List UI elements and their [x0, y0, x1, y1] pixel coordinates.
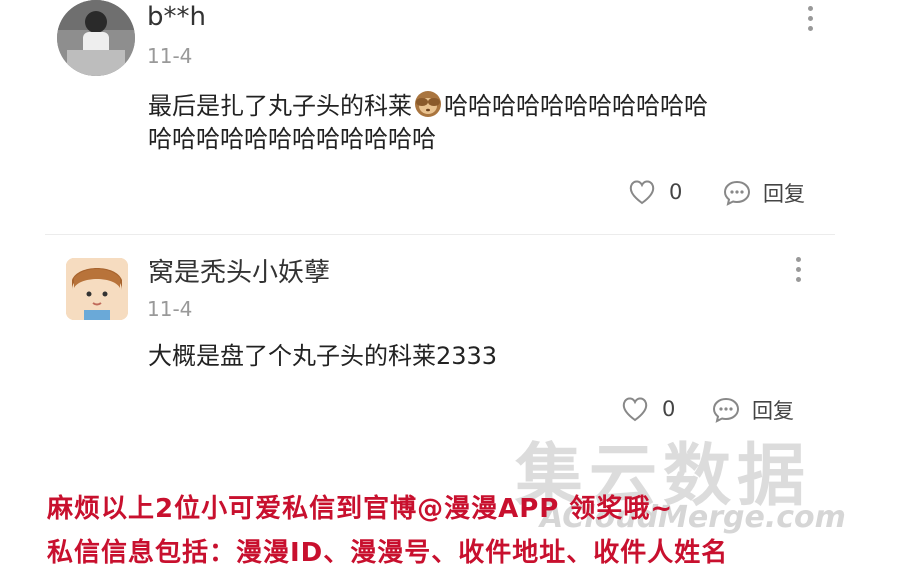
- comment-text-line1-laugh: 哈哈哈哈哈哈哈哈哈哈哈: [444, 92, 708, 120]
- more-options-icon[interactable]: [806, 6, 814, 36]
- comment-text-line1: 最后是扎了丸子头的科莱: [148, 92, 412, 120]
- comment-text-line2: 哈哈哈哈哈哈哈哈哈哈哈哈: [148, 125, 436, 153]
- like-button[interactable]: 0: [627, 178, 682, 206]
- username[interactable]: b**h: [147, 2, 206, 32]
- heart-icon: [622, 397, 648, 422]
- comment-text: 最后是扎了丸子头的科莱 哈哈哈哈哈哈哈哈哈哈哈 哈哈哈哈哈哈哈哈哈哈哈哈: [148, 90, 848, 156]
- comment-2: 窝是秃头小妖孽 11-4 大概是盘了个丸子头的科莱2333 0 回复: [0, 240, 900, 430]
- username[interactable]: 窝是秃头小妖孽: [148, 252, 330, 289]
- comment-1: b**h 11-4 最后是扎了丸子头的科莱 哈哈哈哈哈哈哈哈哈哈哈 哈哈哈哈哈哈…: [0, 0, 900, 230]
- notice-line-1: 麻烦以上2位小可爱私信到官博@漫漫APP 领奖哦~: [47, 494, 674, 524]
- more-options-icon[interactable]: [794, 257, 802, 287]
- comment-date: 11-4: [147, 297, 193, 321]
- avatar[interactable]: [57, 0, 135, 76]
- reply-label: 回复: [763, 182, 805, 206]
- reply-button[interactable]: 回复: [723, 178, 805, 208]
- comment-date: 11-4: [147, 44, 193, 68]
- notice-line-2: 私信信息包括：漫漫ID、漫漫号、收件地址、收件人姓名: [47, 538, 729, 568]
- monkey-see-no-evil-icon: [415, 91, 441, 117]
- like-count: 0: [669, 180, 683, 204]
- comment-bubble-icon: [723, 180, 751, 206]
- avatar[interactable]: [66, 258, 128, 320]
- like-count: 0: [662, 397, 676, 421]
- heart-icon: [629, 180, 655, 205]
- like-button[interactable]: 0: [620, 395, 675, 423]
- comment-text: 大概是盘了个丸子头的科莱2333: [148, 342, 498, 370]
- divider: [45, 234, 835, 235]
